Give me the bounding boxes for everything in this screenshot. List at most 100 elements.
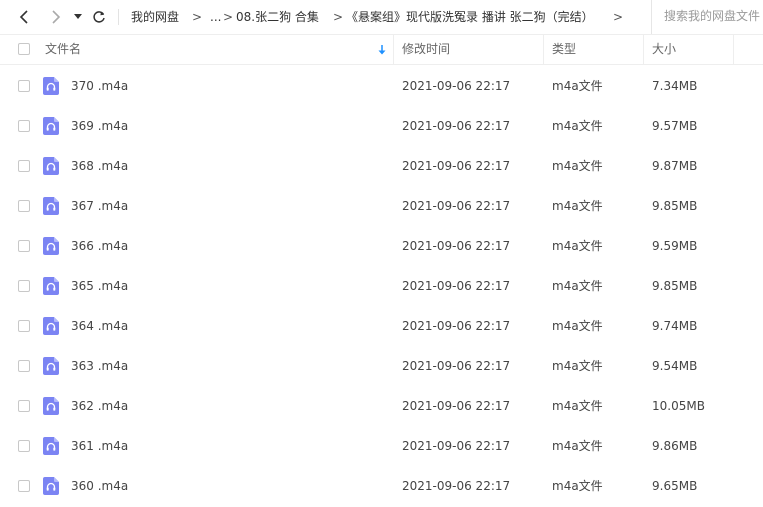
file-size: 9.87MB: [652, 159, 698, 173]
table-row[interactable]: 366 .m4a 2021-09-06 22:17 m4a文件 9.59MB: [0, 226, 763, 266]
forward-button[interactable]: [46, 0, 66, 34]
column-divider[interactable]: [393, 35, 394, 64]
breadcrumb-separator: >: [192, 10, 203, 24]
file-modified: 2021-09-06 22:17: [402, 279, 511, 293]
row-checkbox[interactable]: [18, 320, 30, 332]
audio-file-icon: [43, 357, 59, 375]
audio-file-icon: [43, 397, 59, 415]
file-type: m4a文件: [552, 439, 603, 453]
file-type: m4a文件: [552, 319, 603, 333]
file-type: m4a文件: [552, 159, 603, 173]
file-modified: 2021-09-06 22:17: [402, 399, 511, 413]
table-row[interactable]: 370 .m4a 2021-09-06 22:17 m4a文件 7.34MB: [0, 66, 763, 106]
file-modified: 2021-09-06 22:17: [402, 239, 511, 253]
file-type: m4a文件: [552, 399, 603, 413]
audio-file-icon: [43, 317, 59, 335]
row-checkbox[interactable]: [18, 360, 30, 372]
row-checkbox[interactable]: [18, 200, 30, 212]
refresh-button[interactable]: [89, 0, 109, 34]
file-name[interactable]: 368 .m4a: [71, 146, 128, 186]
column-header-type[interactable]: 类型: [552, 35, 576, 64]
table-header: 文件名 修改时间 类型 大小: [0, 34, 763, 65]
breadcrumb-ellipsis[interactable]: ...: [210, 0, 221, 34]
breadcrumb-folder[interactable]: 08.张二狗 合集: [236, 0, 319, 34]
column-divider[interactable]: [643, 35, 644, 64]
table-row[interactable]: 361 .m4a 2021-09-06 22:17 m4a文件 9.86MB: [0, 426, 763, 466]
audio-file-icon: [43, 197, 59, 215]
row-checkbox[interactable]: [18, 480, 30, 492]
file-type: m4a文件: [552, 479, 603, 493]
row-checkbox[interactable]: [18, 240, 30, 252]
history-dropdown-button[interactable]: [71, 0, 85, 34]
file-size: 9.74MB: [652, 319, 698, 333]
file-name[interactable]: 367 .m4a: [71, 186, 128, 226]
row-checkbox[interactable]: [18, 160, 30, 172]
table-row[interactable]: 368 .m4a 2021-09-06 22:17 m4a文件 9.87MB: [0, 146, 763, 186]
file-type: m4a文件: [552, 239, 603, 253]
row-checkbox[interactable]: [18, 280, 30, 292]
column-header-name[interactable]: 文件名: [45, 35, 81, 64]
select-all-checkbox[interactable]: [18, 43, 30, 55]
table-row[interactable]: 369 .m4a 2021-09-06 22:17 m4a文件 9.57MB: [0, 106, 763, 146]
file-type: m4a文件: [552, 199, 603, 213]
file-name[interactable]: 369 .m4a: [71, 106, 128, 146]
audio-file-icon: [43, 77, 59, 95]
file-modified: 2021-09-06 22:17: [402, 439, 511, 453]
table-row[interactable]: 362 .m4a 2021-09-06 22:17 m4a文件 10.05MB: [0, 386, 763, 426]
file-name[interactable]: 363 .m4a: [71, 346, 128, 386]
file-modified: 2021-09-06 22:17: [402, 199, 511, 213]
row-checkbox[interactable]: [18, 120, 30, 132]
audio-file-icon: [43, 477, 59, 495]
table-row[interactable]: 365 .m4a 2021-09-06 22:17 m4a文件 9.85MB: [0, 266, 763, 306]
file-name[interactable]: 365 .m4a: [71, 266, 128, 306]
column-divider[interactable]: [543, 35, 544, 64]
column-header-size[interactable]: 大小: [652, 35, 676, 64]
table-row[interactable]: 360 .m4a 2021-09-06 22:17 m4a文件 9.65MB: [0, 466, 763, 506]
breadcrumb-separator: >: [613, 10, 624, 24]
table-row[interactable]: 364 .m4a 2021-09-06 22:17 m4a文件 9.74MB: [0, 306, 763, 346]
back-button[interactable]: [14, 0, 34, 34]
table-row[interactable]: 367 .m4a 2021-09-06 22:17 m4a文件 9.85MB: [0, 186, 763, 226]
row-checkbox[interactable]: [18, 440, 30, 452]
chevron-right-icon: [52, 10, 61, 24]
file-size: 9.86MB: [652, 439, 698, 453]
search-input[interactable]: [652, 0, 763, 32]
search-box: [651, 0, 763, 34]
file-name[interactable]: 364 .m4a: [71, 306, 128, 346]
file-type: m4a文件: [552, 359, 603, 373]
file-name[interactable]: 361 .m4a: [71, 426, 128, 466]
breadcrumb-separator: >: [223, 10, 234, 24]
row-checkbox[interactable]: [18, 80, 30, 92]
breadcrumb-current[interactable]: 《悬案组》现代版洗冤录 播讲 张二狗（完结）: [346, 0, 594, 34]
toolbar: 我的网盘 > ... > 08.张二狗 合集 > 《悬案组》现代版洗冤录 播讲 …: [0, 0, 763, 34]
table-row[interactable]: 363 .m4a 2021-09-06 22:17 m4a文件 9.54MB: [0, 346, 763, 386]
file-modified: 2021-09-06 22:17: [402, 159, 511, 173]
file-size: 9.85MB: [652, 199, 698, 213]
audio-file-icon: [43, 117, 59, 135]
row-checkbox[interactable]: [18, 400, 30, 412]
file-modified: 2021-09-06 22:17: [402, 79, 511, 93]
sort-descending-icon[interactable]: [377, 44, 387, 56]
file-size: 9.65MB: [652, 479, 698, 493]
file-size: 10.05MB: [652, 399, 705, 413]
file-modified: 2021-09-06 22:17: [402, 479, 511, 493]
audio-file-icon: [43, 237, 59, 255]
file-modified: 2021-09-06 22:17: [402, 119, 511, 133]
file-name[interactable]: 360 .m4a: [71, 466, 128, 506]
breadcrumb-separator: >: [333, 10, 344, 24]
toolbar-divider: [118, 9, 119, 25]
file-size: 9.85MB: [652, 279, 698, 293]
audio-file-icon: [43, 157, 59, 175]
file-type: m4a文件: [552, 119, 603, 133]
column-divider[interactable]: [733, 35, 734, 64]
breadcrumb-root[interactable]: 我的网盘: [131, 0, 179, 34]
file-modified: 2021-09-06 22:17: [402, 319, 511, 333]
file-size: 7.34MB: [652, 79, 698, 93]
caret-down-icon: [74, 14, 82, 19]
file-name[interactable]: 370 .m4a: [71, 66, 128, 106]
file-size: 9.54MB: [652, 359, 698, 373]
column-header-modified[interactable]: 修改时间: [402, 35, 450, 64]
file-name[interactable]: 362 .m4a: [71, 386, 128, 426]
file-name[interactable]: 366 .m4a: [71, 226, 128, 266]
chevron-left-icon: [19, 10, 28, 24]
